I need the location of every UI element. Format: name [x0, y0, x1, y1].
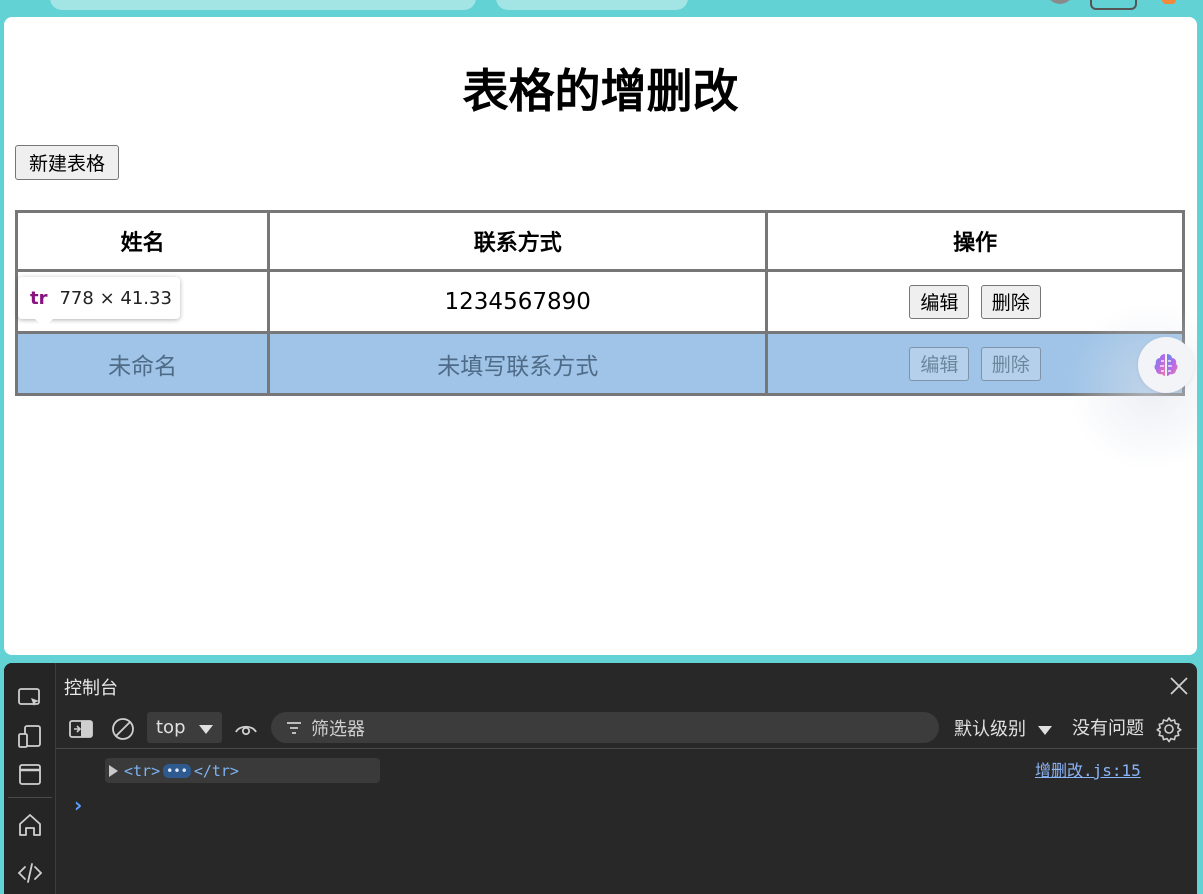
home-icon[interactable] [16, 811, 44, 839]
filter-placeholder: 筛选器 [311, 718, 365, 740]
log-level-select[interactable]: 默认级别 [954, 715, 1026, 741]
clear-console-icon[interactable] [110, 716, 136, 742]
window-control[interactable] [1090, 0, 1137, 10]
console-log-entry[interactable]: <tr> ••• </tr> [105, 758, 380, 783]
delete-button[interactable]: 删除 [980, 346, 1041, 381]
tooltip-arrow [34, 318, 54, 328]
sidebar-divider [8, 797, 52, 798]
gear-icon[interactable] [1155, 715, 1183, 743]
device-toolbar-icon[interactable] [16, 723, 44, 751]
table-header-row: 姓名 联系方式 操作 [14, 210, 1185, 272]
extension-icon[interactable] [1162, 0, 1176, 4]
chevron-down-icon[interactable] [1038, 726, 1052, 735]
column-header-contact: 联系方式 [267, 210, 769, 272]
devtools-panel-title[interactable]: 控制台 [64, 674, 118, 700]
close-icon[interactable] [1167, 674, 1191, 698]
new-table-button[interactable]: 新建表格 [15, 145, 119, 180]
context-select[interactable]: top [147, 712, 222, 743]
chevron-down-icon [199, 725, 213, 734]
inspect-tooltip: tr 778 × 41.33 [18, 277, 180, 319]
cell-name: 未命名 [14, 331, 271, 396]
browser-top-strip [0, 0, 1203, 16]
inspect-element-icon[interactable] [16, 685, 44, 713]
assistant-button[interactable] [1138, 337, 1194, 393]
delete-button[interactable]: 删除 [980, 284, 1041, 319]
context-value: top [156, 717, 186, 738]
sidebar-toggle-icon[interactable] [68, 716, 94, 742]
browser-window-icon[interactable] [16, 761, 44, 789]
brain-icon [1154, 354, 1178, 376]
edit-button[interactable]: 编辑 [909, 346, 970, 381]
filter-icon [287, 721, 301, 734]
log-ellipsis[interactable]: ••• [163, 763, 191, 778]
code-icon[interactable] [16, 859, 44, 887]
issues-counter[interactable]: 没有问题 [1072, 714, 1144, 740]
profile-avatar[interactable] [1046, 0, 1074, 4]
tab-pill[interactable] [50, 0, 476, 10]
column-header-actions: 操作 [765, 210, 1185, 272]
table-row-highlighted: 未命名 未填写联系方式 编辑 删除 [14, 331, 1185, 396]
data-table: 姓名 联系方式 操作 1234567890 编辑 删除 未命名 未填写联系方式 … [14, 210, 1185, 396]
devtools-panel: 控制台 top 筛选器 默认级别 没有问题 <tr> ••• </tr> 增删改… [4, 663, 1197, 894]
column-header-name: 姓名 [14, 210, 271, 272]
filter-input[interactable]: 筛选器 [271, 712, 939, 743]
tooltip-dimensions: 778 × 41.33 [59, 287, 172, 309]
table-row: 1234567890 编辑 删除 [14, 269, 1185, 334]
log-open-tag: <tr> [124, 761, 161, 780]
console-toolbar: top 筛选器 默认级别 没有问题 [56, 707, 1197, 749]
devtools-sidebar [4, 663, 56, 894]
expand-triangle-icon[interactable] [109, 764, 118, 777]
cell-contact: 未填写联系方式 [267, 331, 769, 396]
page-title: 表格的增删改 [462, 64, 739, 118]
console-prompt[interactable]: › [74, 793, 82, 817]
log-close-tag: </tr> [193, 761, 239, 780]
edit-button[interactable]: 编辑 [909, 284, 970, 319]
tooltip-tag: tr [30, 287, 48, 309]
live-expression-eye-icon[interactable] [233, 716, 259, 742]
page-viewport: 表格的增删改 新建表格 姓名 联系方式 操作 1234567890 编辑 删除 … [4, 17, 1197, 655]
log-source-link[interactable]: 增删改.js:15 [1035, 757, 1141, 781]
cell-contact: 1234567890 [267, 269, 769, 334]
tab-pill[interactable] [496, 0, 688, 10]
